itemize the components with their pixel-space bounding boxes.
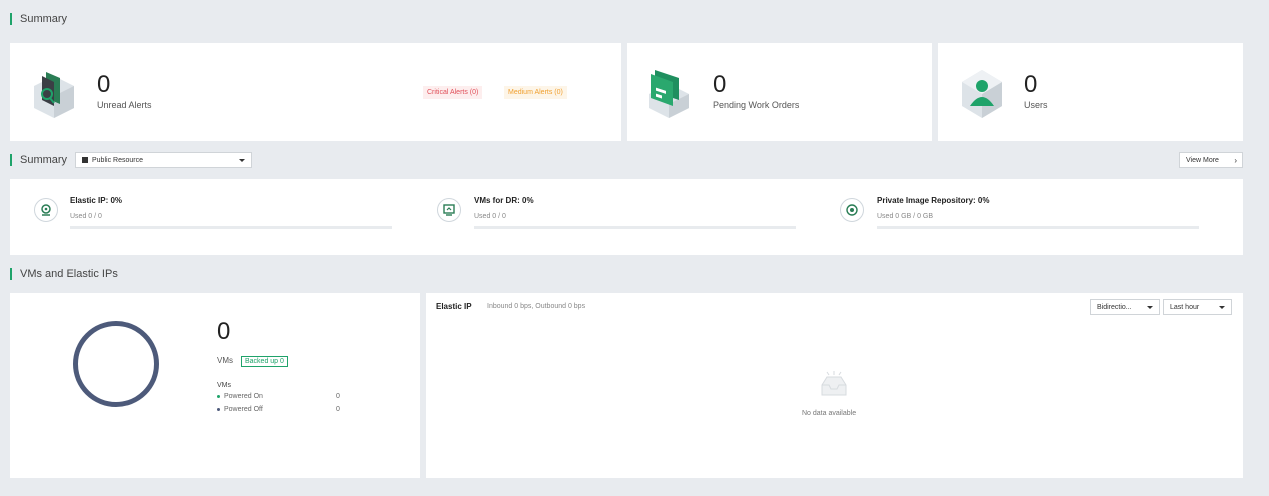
image-repository-title: Private Image Repository: 0%: [877, 196, 990, 205]
medium-alerts-tag[interactable]: Medium Alerts (0): [504, 86, 567, 99]
elastic-ip-title: Elastic IP: 0%: [70, 196, 123, 205]
section-title-resources: Summary: [10, 154, 67, 166]
legend-powered-off: Powered Off: [217, 406, 263, 413]
elastic-ip-panel: Elastic IP Inbound 0 bps, Outbound 0 bps…: [426, 293, 1243, 478]
vm-label: VMs: [217, 356, 233, 365]
resource-type-select[interactable]: Public Resource: [75, 152, 252, 168]
view-more-button[interactable]: View More ›: [1179, 152, 1243, 168]
time-range-value: Last hour: [1170, 303, 1200, 311]
resource-type-value: Public Resource: [92, 156, 143, 164]
image-repository-progress: [877, 226, 1199, 229]
powered-off-label: Powered Off: [224, 406, 263, 413]
users-label: Users: [1024, 100, 1048, 110]
image-repository-used: Used 0 GB / 0 GB: [877, 213, 934, 220]
unread-alerts-count: 0: [97, 71, 111, 98]
unread-alerts-label: Unread Alerts: [97, 100, 152, 110]
users-count: 0: [1024, 71, 1038, 98]
vm-dr-title: VMs for DR: 0%: [474, 196, 534, 205]
section-title-summary: Summary: [10, 13, 67, 25]
work-orders-card[interactable]: 0 Pending Work Orders: [627, 43, 932, 141]
no-data-message: No data available: [802, 410, 857, 417]
grid-icon: [82, 157, 88, 163]
backed-up-badge: Backed up 0: [241, 356, 288, 367]
elastic-ip-icon: [34, 198, 58, 222]
elastic-ip-panel-title: Elastic IP: [436, 302, 472, 311]
resources-card: Elastic IP: 0% Used 0 / 0 VMs for DR: 0%…: [10, 179, 1243, 255]
alerts-card[interactable]: 0 Unread Alerts Critical Alerts (0) Medi…: [10, 43, 621, 141]
vm-count: 0: [217, 318, 231, 345]
powered-off-dot: [217, 408, 220, 411]
powered-on-value: 0: [336, 393, 340, 400]
pending-work-orders-label: Pending Work Orders: [713, 100, 800, 110]
users-card[interactable]: 0 Users: [938, 43, 1243, 141]
legend-title: VMs: [217, 382, 231, 389]
work-order-icon: [645, 68, 693, 118]
time-range-select[interactable]: Last hour: [1163, 299, 1232, 315]
direction-select[interactable]: Bidirectio...: [1090, 299, 1160, 315]
vms-card: 0 VMs Backed up 0 VMs Powered On 0 Power…: [10, 293, 420, 478]
vm-dr-used: Used 0 / 0: [474, 213, 506, 220]
section-title-vms: VMs and Elastic IPs: [10, 268, 118, 280]
image-repository-icon: [840, 198, 864, 222]
pending-work-orders-count: 0: [713, 71, 727, 98]
users-icon: [958, 68, 1006, 118]
vm-dr-icon: [437, 198, 461, 222]
critical-alerts-tag[interactable]: Critical Alerts (0): [423, 86, 483, 99]
chevron-down-icon: [239, 159, 245, 162]
alerts-icon: [30, 68, 78, 118]
powered-on-dot: [217, 395, 220, 398]
chevron-down-icon: [1147, 306, 1153, 309]
view-more-label: View More: [1186, 156, 1219, 164]
elastic-ip-progress: [70, 226, 392, 229]
powered-off-value: 0: [336, 406, 340, 413]
legend-powered-on: Powered On: [217, 393, 263, 400]
elastic-ip-used: Used 0 / 0: [70, 213, 102, 220]
direction-value: Bidirectio...: [1097, 303, 1132, 311]
vm-dr-progress: [474, 226, 796, 229]
vm-status-donut: [73, 321, 159, 407]
chevron-down-icon: [1219, 306, 1225, 309]
empty-state-icon: [818, 371, 850, 399]
elastic-ip-traffic-summary: Inbound 0 bps, Outbound 0 bps: [487, 303, 586, 310]
powered-on-label: Powered On: [224, 393, 263, 400]
chevron-right-icon: ›: [1234, 155, 1237, 165]
